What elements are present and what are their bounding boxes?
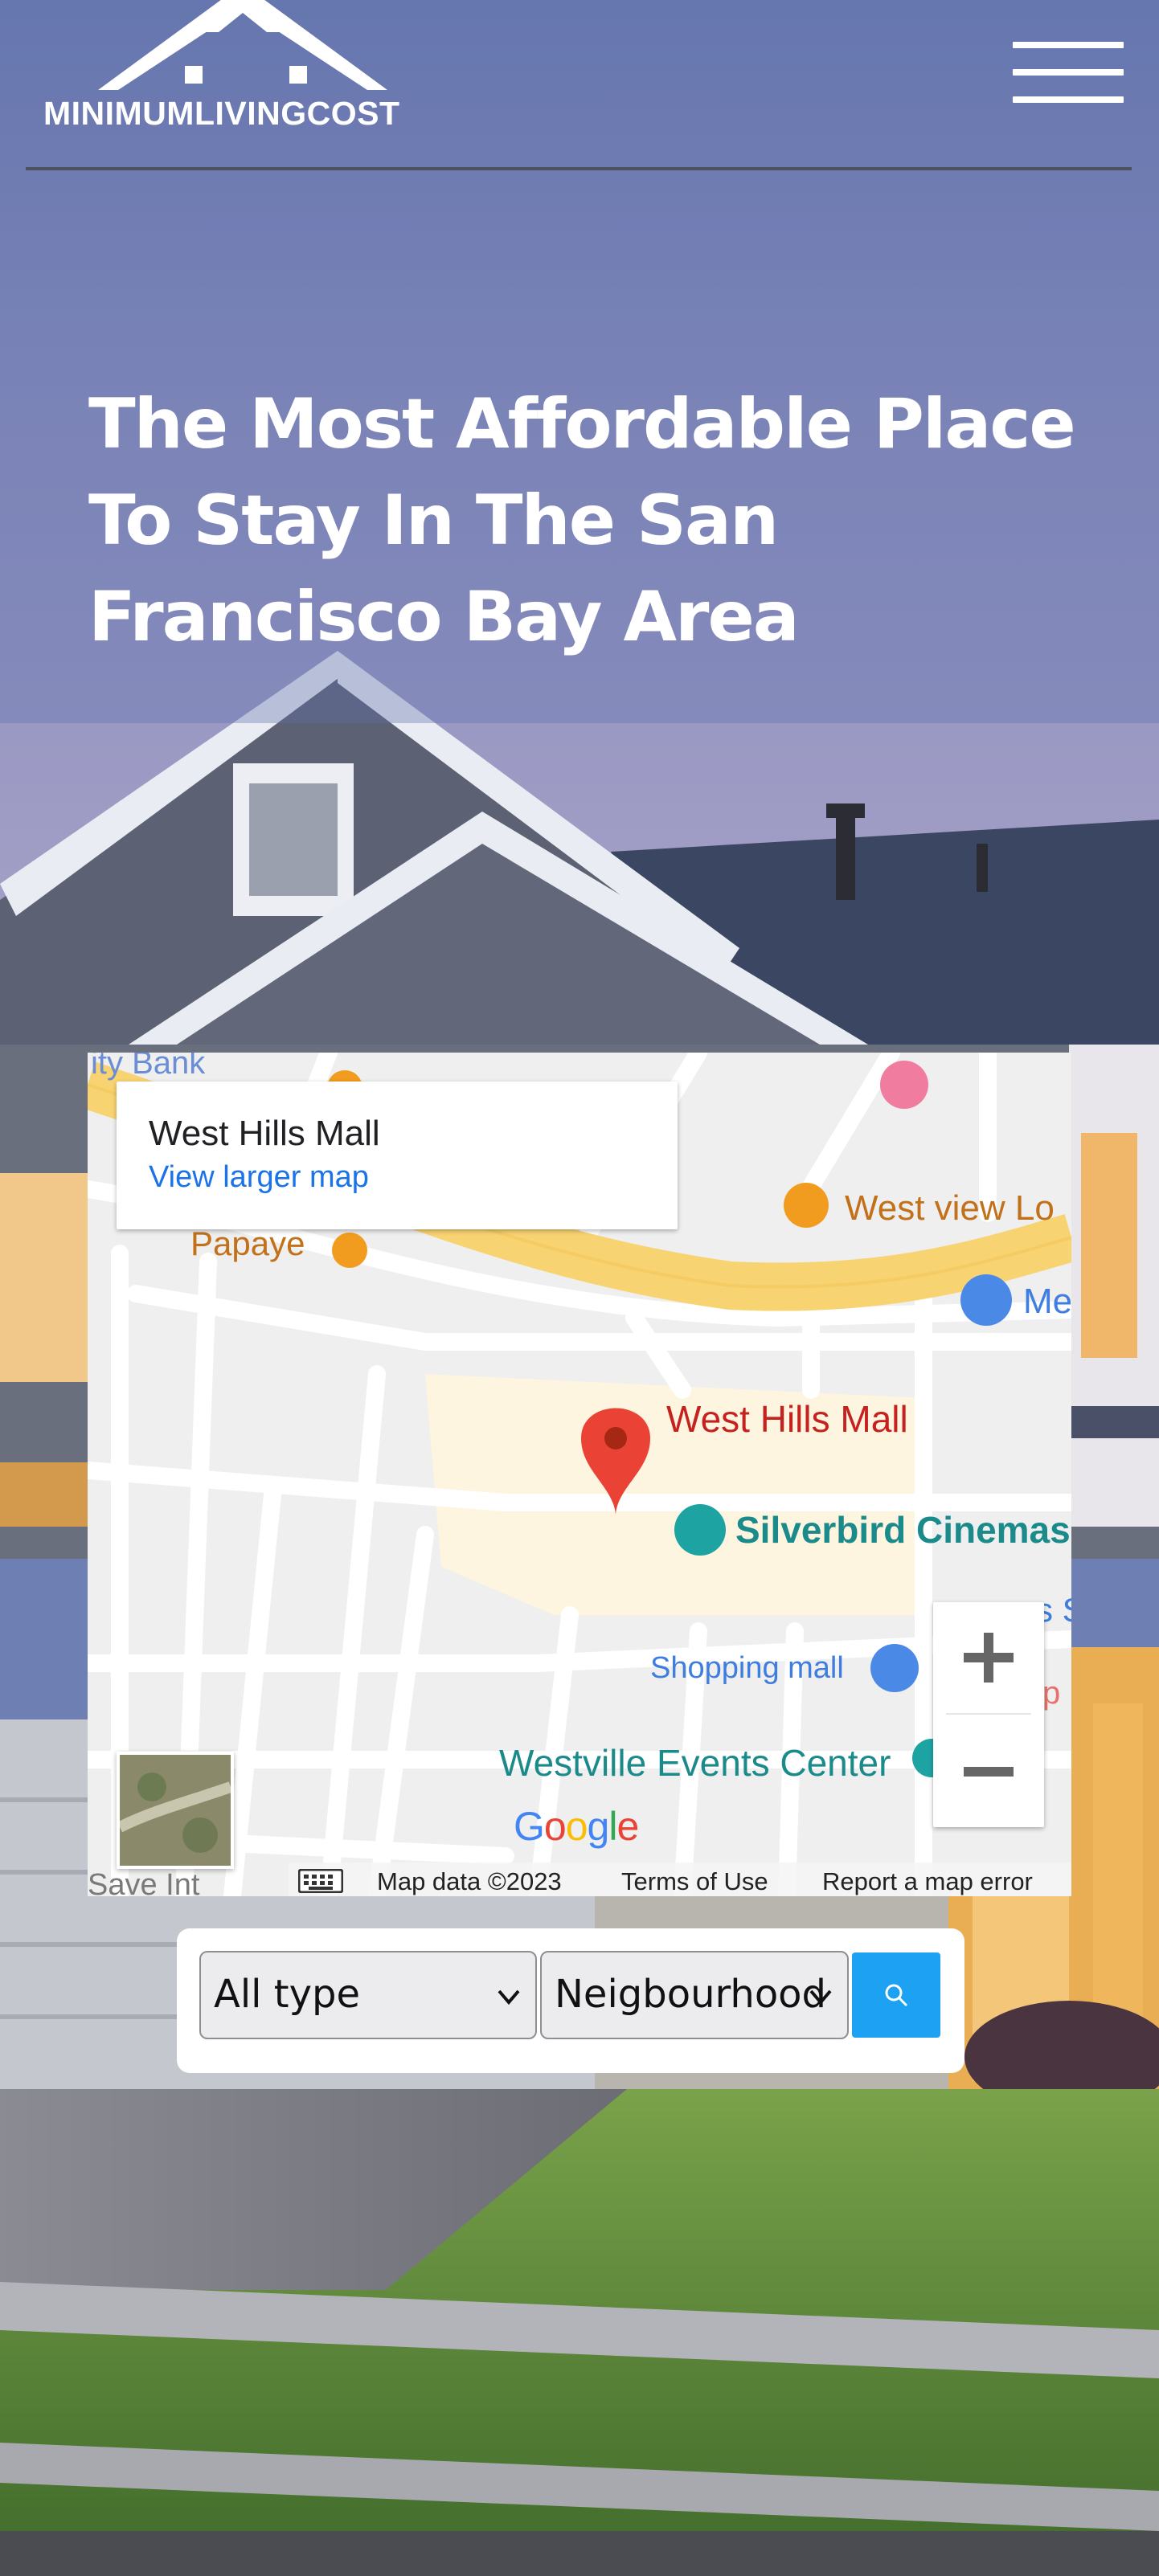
minus-icon <box>964 1767 1014 1777</box>
shopping-pin-icon <box>960 1274 1012 1326</box>
property-search-bar: All type Neigbourhood <box>177 1928 964 2073</box>
neighbourhood-select[interactable]: Neigbourhood <box>540 1951 849 2039</box>
map-label-cinemas: Silverbird Cinemas <box>735 1509 1071 1551</box>
terms-of-use-link[interactable]: Terms of Use <box>621 1867 768 1896</box>
plus-icon <box>964 1633 1014 1683</box>
search-button[interactable] <box>852 1952 940 2038</box>
map-data-text: Map data ©2023 <box>377 1867 562 1895</box>
satellite-thumbnail-icon <box>120 1755 231 1866</box>
map-label-cut-p: p <box>1042 1675 1060 1711</box>
house-logo-icon <box>98 0 387 90</box>
chevron-down-icon <box>809 1989 832 2006</box>
hero-headline: The Most Affordable Place To Stay In The… <box>88 384 1076 657</box>
type-select[interactable]: All type <box>199 1951 537 2039</box>
chevron-down-icon <box>498 1989 520 2006</box>
map-label-me: Me <box>1023 1282 1071 1321</box>
map-label-papaye: Papaye <box>190 1225 305 1262</box>
map-label-shopping-mall: Shopping mall <box>650 1651 844 1685</box>
satellite-view-toggle[interactable] <box>117 1752 234 1869</box>
hamburger-menu-icon <box>1013 42 1124 48</box>
site-logo[interactable]: MINIMUMLIVINGCOST <box>42 0 460 143</box>
menu-button[interactable] <box>1011 40 1127 104</box>
cinema-pin-icon <box>674 1504 726 1556</box>
zoom-in-button[interactable] <box>933 1602 1044 1713</box>
zoom-controls <box>933 1602 1044 1827</box>
shopping-mall-pin-icon <box>870 1644 919 1692</box>
header-divider <box>26 167 1132 170</box>
bar-pin-icon <box>784 1183 829 1228</box>
zoom-out-button[interactable] <box>933 1716 1044 1827</box>
site-header: MINIMUMLIVINGCOST <box>0 0 1159 172</box>
place-info-card: West Hills Mall View larger map <box>117 1082 678 1229</box>
map-label-west-view: West view Lo <box>845 1188 1055 1228</box>
restaurant-pin-icon <box>332 1233 367 1268</box>
embedded-map[interactable]: ity Bank Papaye West view Lo Me West Hil… <box>88 1053 1071 1896</box>
report-map-error-link[interactable]: Report a map error <box>822 1867 1033 1896</box>
map-label-mall: West Hills Mall <box>666 1398 908 1440</box>
map-label-events-center: Westville Events Center <box>499 1742 891 1784</box>
google-logo: Google <box>514 1804 639 1849</box>
hotel-pin-icon <box>880 1061 928 1109</box>
type-select-value: All type <box>214 1972 360 2017</box>
map-attribution: Map data ©2023 Terms of Use Report a map… <box>88 1862 1071 1896</box>
search-icon <box>885 1984 908 2007</box>
neighbourhood-select-value: Neigbourhood <box>555 1972 827 2017</box>
map-label-bank: ity Bank <box>91 1053 206 1081</box>
place-name: West Hills Mall <box>149 1114 380 1153</box>
view-larger-map-link[interactable]: View larger map <box>149 1160 369 1195</box>
zoom-divider <box>946 1713 1031 1715</box>
logo-text: MINIMUMLIVINGCOST <box>43 95 400 132</box>
keyboard-shortcuts-icon[interactable] <box>298 1869 343 1893</box>
